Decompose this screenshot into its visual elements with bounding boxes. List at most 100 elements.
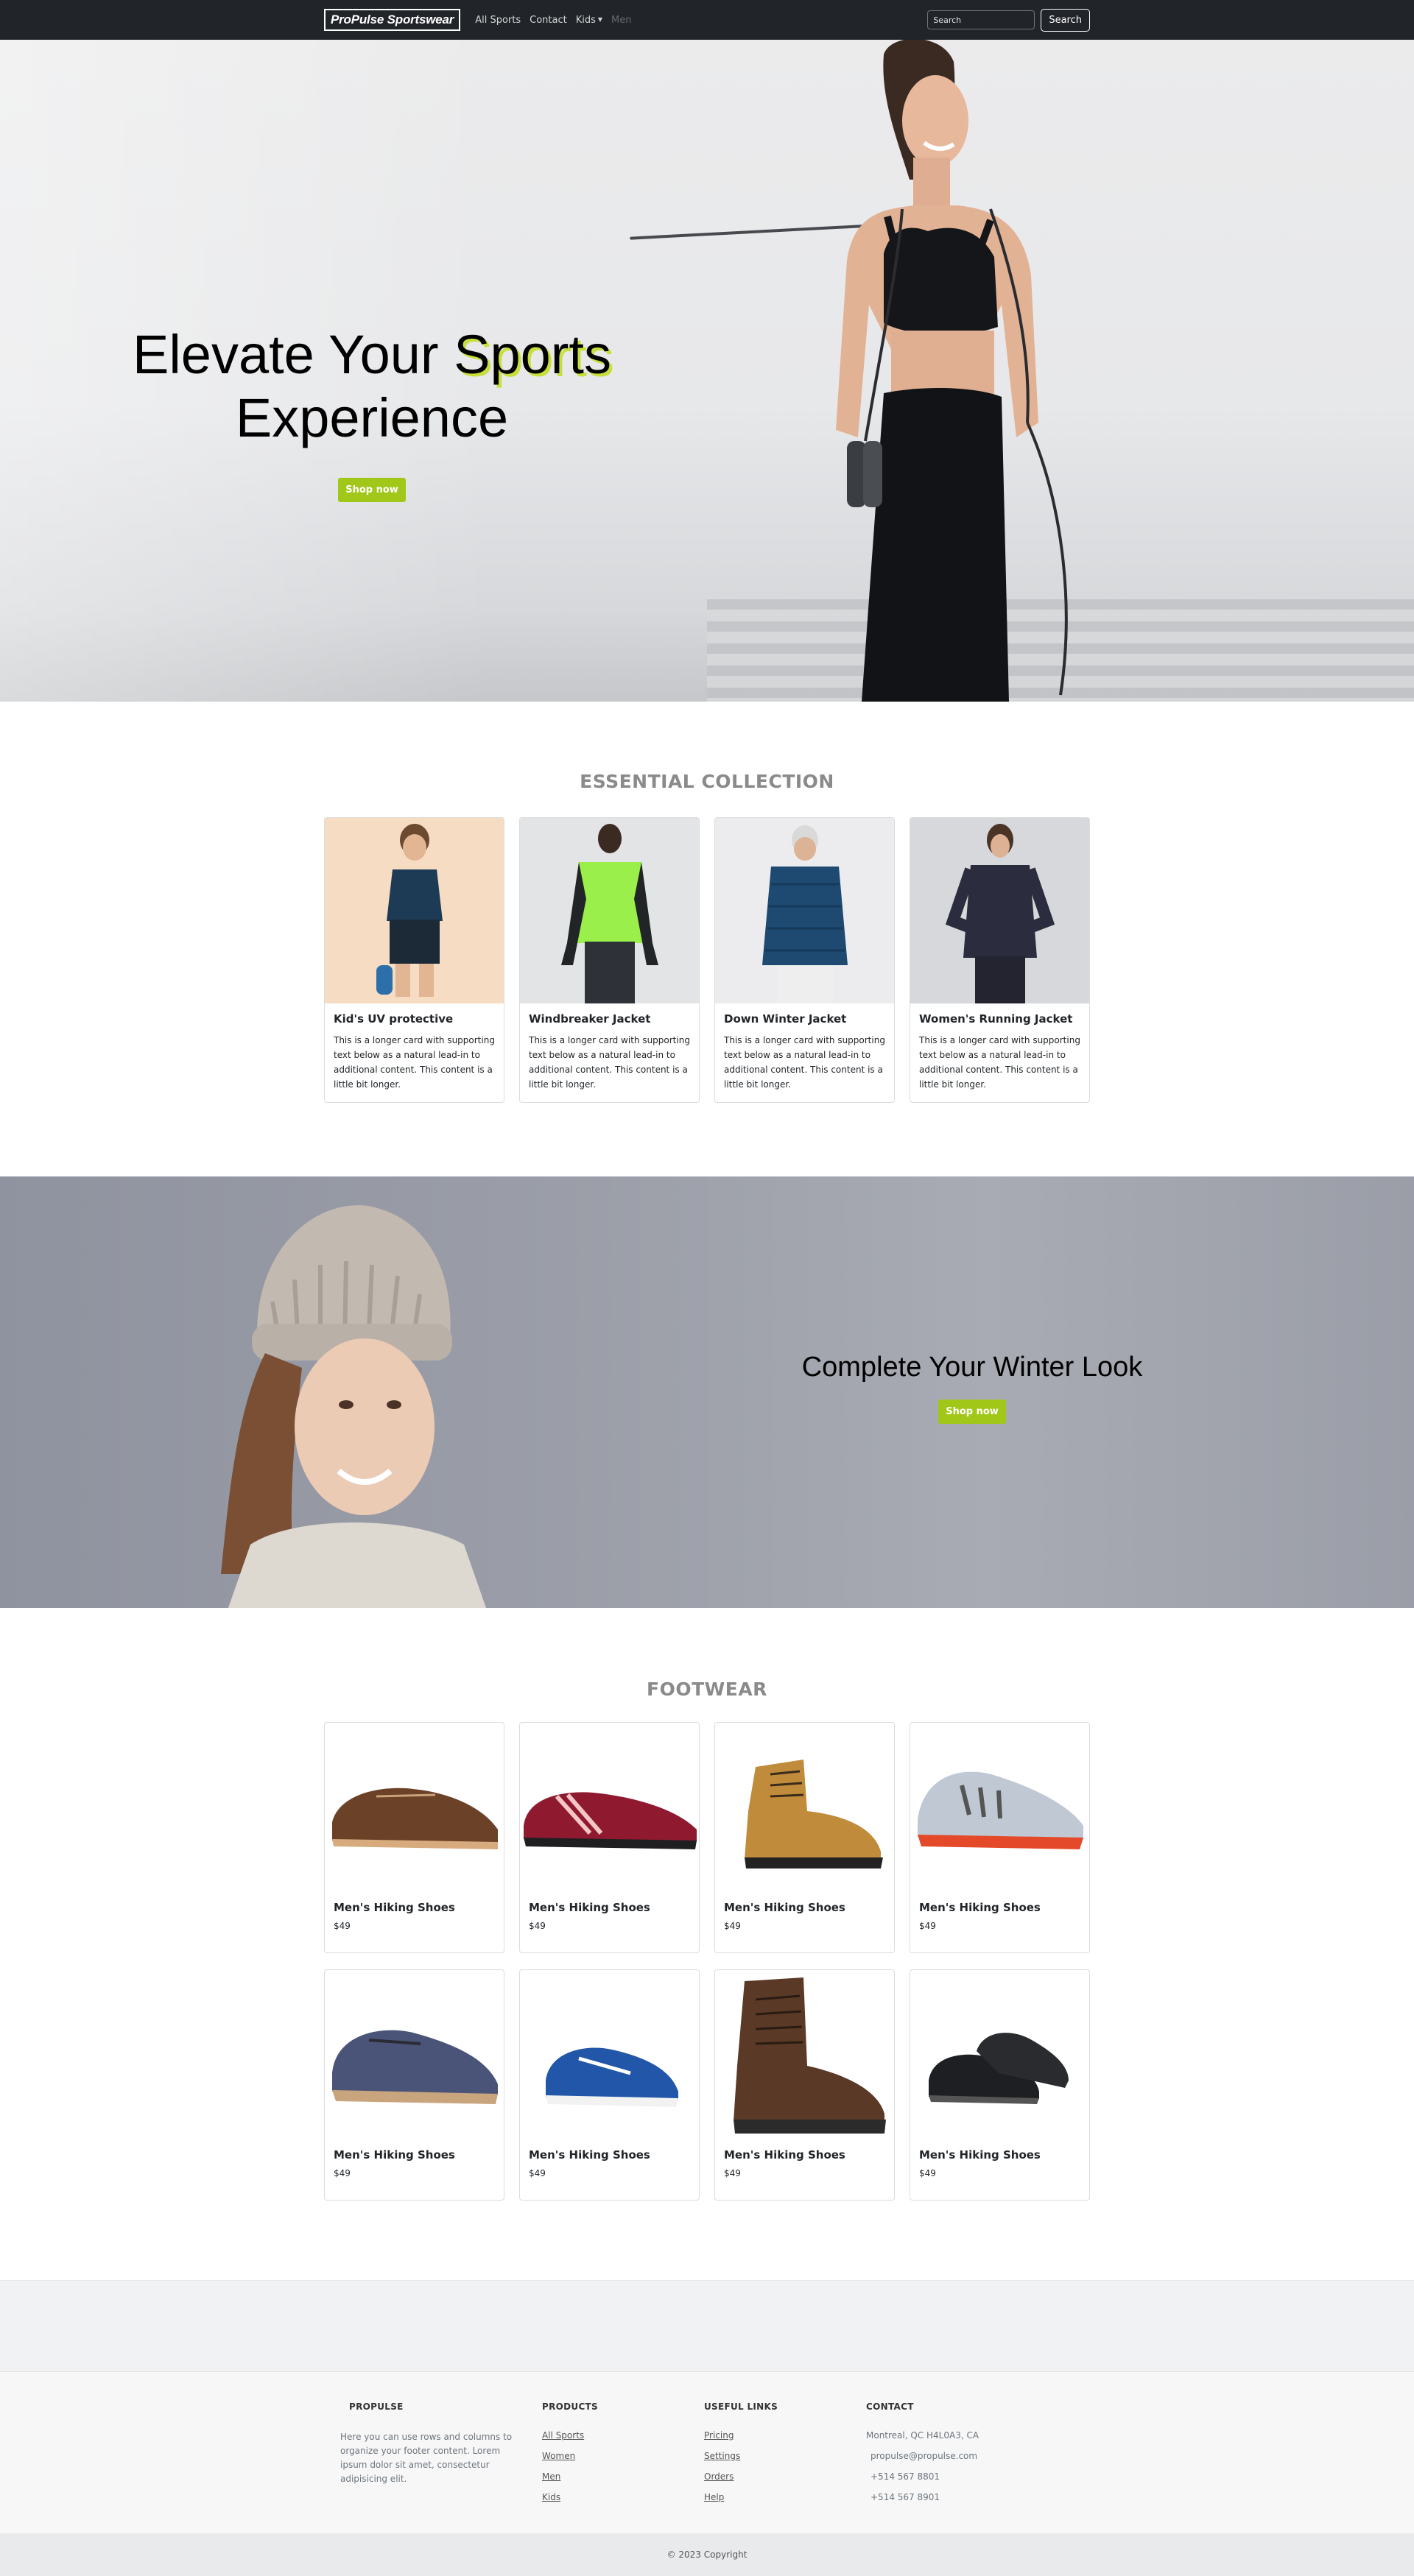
brand-logo[interactable]: ProPulse Sportswear [324,9,461,31]
collection-card[interactable]: Kid's UV protective This is a longer car… [324,817,504,1103]
down-jacket-image [715,818,894,1003]
footer-products-heading: PRODUCTS [542,2402,598,2412]
footer-link-help[interactable]: Help [704,2492,866,2502]
shoe-name: Men's Hiking Shoes [529,1901,650,1914]
contact-address: Montreal, QC H4L0A3, CA [866,2430,979,2441]
shoe-card[interactable]: Men's Hiking Shoes $49 [519,1722,700,1953]
shoe-card[interactable]: Men's Hiking Shoes $49 [324,1969,504,2201]
shoe-name: Men's Hiking Shoes [724,1901,845,1914]
running-jacket-figure [945,824,1055,1003]
boat-shoe-image [332,1788,498,1849]
search-input[interactable] [927,10,1035,29]
shoe-name: Men's Hiking Shoes [919,1901,1041,1914]
hero-title: Elevate Your Sports Experience [133,323,611,450]
footer-top-band [0,2281,1414,2372]
winter-shop-now-button[interactable]: Shop now [938,1400,1006,1424]
footer: PROPULSE Here you can use rows and colum… [0,2280,1414,2576]
footer-links-heading: USEFUL LINKS [704,2402,778,2412]
card-title: Down Winter Jacket [724,1012,847,1026]
nav-link-men: Men [611,14,632,26]
collection-card[interactable]: Women's Running Jacket This is a longer … [910,817,1090,1103]
shoe-card[interactable]: Men's Hiking Shoes $49 [910,1722,1090,1953]
collection-cards: Kid's UV protective This is a longer car… [324,817,1090,1103]
card-text: This is a longer card with supporting te… [724,1035,885,1090]
search-form: Search [927,8,1090,32]
hiking-boot-image [745,1760,883,1869]
nav-links: All Sports Contact Kids ▼ Men [471,15,636,26]
collection-card[interactable]: Windbreaker Jacket This is a longer card… [519,817,700,1103]
footer-link-all-sports[interactable]: All Sports [542,2430,704,2441]
card-title: Kid's UV protective [334,1012,454,1026]
trail-shoe-image [918,1771,1083,1849]
card-title: Women's Running Jacket [919,1012,1073,1026]
shoe-name: Men's Hiking Shoes [529,2148,650,2162]
nav-dropdown-kids-label: Kids [575,14,596,26]
shoe-price: $49 [334,2168,351,2178]
shoe-name: Men's Hiking Shoes [334,1901,455,1914]
footer-main: PROPULSE Here you can use rows and colum… [0,2372,1414,2533]
shoe-price: $49 [724,1921,741,1931]
hero-title-part1: Elevate Your [133,324,454,385]
black-shoes-image [929,2033,1069,2104]
footwear-section: FOOTWEAR Men's Hiking Shoes $49 Men's Hi… [0,1608,1414,2280]
footwear-grid: Men's Hiking Shoes $49 Men's Hiking Shoe… [324,1722,1090,2201]
windbreaker-figure [561,824,658,1003]
footer-link-pricing[interactable]: Pricing [704,2430,866,2441]
nav-link-all-sports[interactable]: All Sports [471,15,525,26]
footer-link-men[interactable]: Men [542,2471,704,2482]
winter-banner: Complete Your Winter Look Shop now [0,1176,1414,1608]
shoe-name: Men's Hiking Shoes [334,2148,455,2162]
shoe-card[interactable]: Men's Hiking Shoes $49 [324,1722,504,1953]
windbreaker-image [520,818,699,1003]
shoe-card[interactable]: Men's Hiking Shoes $49 [519,1969,700,2201]
kids-uv-image [325,818,504,1003]
shoe-name: Men's Hiking Shoes [724,2148,845,2162]
footer-about: PROPULSE Here you can use rows and colum… [324,2402,542,2513]
water-shoe-image [524,1792,697,1849]
hero-shop-now-button[interactable]: Shop now [338,478,406,502]
winter-text: Complete Your Winter Look Shop now [781,1352,1164,1424]
copyright: © 2023 Copyright [0,2533,1414,2576]
hero-text: Elevate Your Sports Experience Shop now [133,323,611,502]
footer-contact-heading: CONTACT [866,2402,914,2412]
footwear-title: FOOTWEAR [647,1679,767,1700]
footer-useful-links: USEFUL LINKS Pricing Settings Orders Hel… [704,2402,866,2513]
shoe-price: $49 [529,1921,546,1931]
running-jacket-image [910,818,1089,1003]
footer-link-settings[interactable]: Settings [704,2451,866,2461]
navbar: ProPulse Sportswear All Sports Contact K… [0,0,1414,40]
brown-boot-image [734,1977,886,2134]
collection-title: ESSENTIAL COLLECTION [580,771,834,792]
contact-phone: +514 567 8801 [870,2471,940,2482]
shoe-card[interactable]: Men's Hiking Shoes $49 [714,1969,895,2201]
card-text: This is a longer card with supporting te… [334,1035,495,1090]
footer-products: PRODUCTS All Sports Women Men Kids [542,2402,704,2513]
shoe-price: $49 [529,2168,546,2178]
hero-title-accent: Sports [454,324,611,385]
card-text: This is a longer card with supporting te… [529,1035,690,1090]
card-text: This is a longer card with supporting te… [919,1035,1080,1090]
shoe-card[interactable]: Men's Hiking Shoes $49 [714,1722,895,1953]
winter-title: Complete Your Winter Look [801,1352,1143,1383]
footer-about-heading: PROPULSE [349,2402,404,2412]
navy-sneaker-image [332,2030,498,2104]
card-title: Windbreaker Jacket [529,1012,651,1026]
nav-dropdown-kids[interactable]: Kids ▼ [571,15,607,26]
shoe-price: $49 [919,2168,936,2178]
shoe-price: $49 [724,2168,741,2178]
footer-about-text: Here you can use rows and columns to org… [340,2432,513,2484]
hero-banner: Elevate Your Sports Experience Shop now [0,40,1414,702]
hero-title-part2: Experience [235,387,509,448]
hero-athlete-image [836,40,1068,702]
search-button[interactable]: Search [1041,8,1090,32]
footer-link-orders[interactable]: Orders [704,2471,866,2482]
footer-link-women[interactable]: Women [542,2451,704,2461]
nav-link-contact[interactable]: Contact [525,15,571,26]
winter-model-image [221,1205,486,1608]
shoe-name: Men's Hiking Shoes [919,2148,1041,2162]
footer-link-kids[interactable]: Kids [542,2492,704,2502]
shoe-price: $49 [919,1921,936,1931]
collection-card[interactable]: Down Winter Jacket This is a longer card… [714,817,895,1103]
shoe-card[interactable]: Men's Hiking Shoes $49 [910,1969,1090,2201]
tennis-shoe-image [546,2047,678,2107]
